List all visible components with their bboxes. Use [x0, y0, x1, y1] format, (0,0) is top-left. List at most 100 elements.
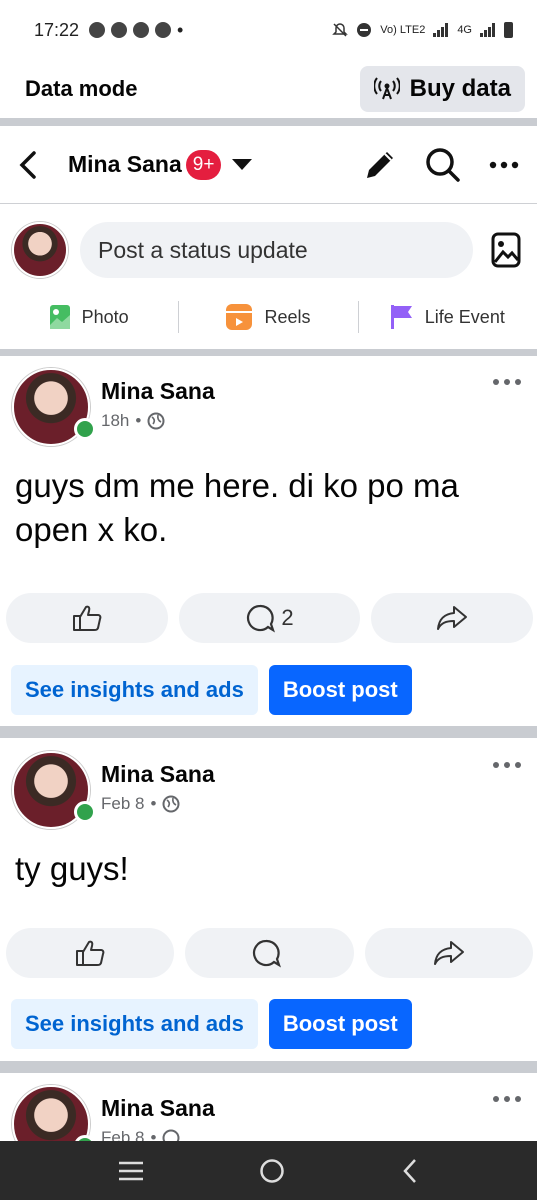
photo-label: Photo [81, 306, 129, 327]
system-icons: Vo) LTE2 4G [332, 22, 513, 38]
share-icon [437, 606, 468, 630]
reels-label: Reels [264, 306, 311, 327]
post-cta-row: See insights and ads Boost post [11, 999, 412, 1049]
back-button[interactable] [18, 150, 54, 180]
dnd-icon [357, 23, 372, 37]
online-indicator [74, 418, 96, 440]
meta-separator: • [150, 794, 157, 813]
post-text: guys dm me here. di ko po ma open x ko. [15, 467, 459, 548]
broadcast-icon [373, 77, 400, 100]
battery-icon [504, 22, 513, 38]
data-mode-label: Data mode [25, 76, 138, 101]
mute-icon [332, 23, 349, 37]
post-meta: Feb 8 • [101, 794, 180, 814]
status-input[interactable]: Post a status update [80, 222, 473, 278]
post-header: Mina Sana Feb 8 • [12, 1085, 524, 1141]
facebook-icon [133, 22, 150, 38]
reels-button[interactable]: Reels [179, 304, 357, 330]
comment-icon [253, 939, 282, 968]
globe-icon [162, 1129, 180, 1141]
life-event-button[interactable]: Life Event [359, 305, 537, 329]
separator [0, 349, 537, 356]
post-meta: Feb 8 • [101, 1128, 180, 1141]
post-meta: 18h • [101, 411, 165, 431]
avatar[interactable] [12, 222, 68, 278]
image-icon[interactable] [491, 232, 521, 268]
post-author[interactable]: Mina Sana [101, 761, 215, 788]
reaction-bar [6, 928, 533, 978]
boost-post-button[interactable]: Boost post [268, 665, 412, 715]
messenger-icon [111, 22, 128, 38]
buy-data-label: Buy data [409, 75, 511, 102]
meta-separator: • [135, 411, 142, 430]
comment-icon [247, 604, 276, 633]
more-icon[interactable] [492, 1095, 522, 1103]
more-notifications-dot-icon: • [177, 19, 184, 40]
globe-icon [162, 795, 180, 813]
post-author[interactable]: Mina Sana [101, 1095, 215, 1122]
back-arrow-icon [19, 150, 36, 179]
post-time[interactable]: Feb 8 [101, 1128, 144, 1141]
back-icon[interactable] [401, 1158, 419, 1184]
post: Mina Sana 18h • guys dm me here. di ko p… [0, 356, 537, 726]
post-text: ty guys! [15, 850, 129, 887]
notification-icons: • [89, 20, 183, 41]
boost-post-button[interactable]: Boost post [268, 999, 412, 1049]
signal-icon [480, 23, 495, 37]
globe-icon [147, 412, 165, 430]
profile-header: Mina Sana 9+ [0, 126, 537, 204]
status-input-placeholder: Post a status update [98, 236, 308, 263]
chevron-down-icon[interactable] [231, 158, 253, 172]
share-button[interactable] [364, 928, 533, 978]
status-composer: Post a status update [0, 205, 537, 295]
like-button[interactable] [6, 928, 175, 978]
separator [0, 118, 537, 126]
search-icon[interactable] [425, 147, 461, 183]
thumbs-up-icon [76, 940, 105, 966]
system-navigation-bar [0, 1141, 537, 1200]
flag-icon [390, 305, 412, 329]
post-header: Mina Sana Feb 8 • [12, 751, 524, 829]
meta-separator: • [150, 1128, 157, 1141]
post-header: Mina Sana 18h • [12, 368, 524, 446]
signal-icon [433, 23, 449, 37]
post-time[interactable]: 18h [101, 411, 129, 431]
share-button[interactable] [371, 593, 533, 643]
post-author[interactable]: Mina Sana [101, 378, 215, 405]
see-insights-button[interactable]: See insights and ads [11, 999, 258, 1049]
profile-name: Mina Sana [68, 151, 182, 177]
post: Mina Sana Feb 8 • [0, 1073, 537, 1141]
more-icon[interactable] [492, 378, 522, 386]
more-icon[interactable] [489, 161, 519, 169]
photo-icon [49, 305, 70, 329]
reels-icon [226, 304, 253, 330]
buy-data-button[interactable]: Buy data [359, 66, 525, 112]
messenger-icon [89, 22, 106, 38]
composer-actions: Photo Reels Life Event [0, 295, 537, 339]
clock: 17:22 [34, 19, 80, 40]
comment-count: 2 [281, 605, 294, 630]
lte-label: Vo) LTE2 [380, 24, 426, 36]
see-insights-button[interactable]: See insights and ads [11, 665, 258, 715]
thumbs-up-icon [72, 605, 102, 631]
share-icon [433, 941, 464, 965]
data-mode-bar: Data mode Buy data [0, 60, 537, 118]
pencil-icon[interactable] [363, 148, 397, 182]
more-icon[interactable] [492, 761, 522, 769]
notification-badge: 9+ [185, 149, 222, 180]
chat-bubble-icon [155, 22, 172, 38]
photo-button[interactable]: Photo [0, 305, 178, 329]
post-time[interactable]: Feb 8 [101, 794, 144, 814]
comment-button[interactable]: 2 [178, 593, 361, 643]
recent-apps-icon[interactable] [118, 1160, 144, 1182]
home-icon[interactable] [259, 1158, 285, 1184]
like-button[interactable] [6, 593, 168, 643]
avatar[interactable] [12, 1085, 90, 1141]
post-cta-row: See insights and ads Boost post [11, 665, 412, 715]
comment-button[interactable] [185, 928, 354, 978]
online-indicator [74, 801, 96, 823]
separator [0, 726, 537, 738]
life-event-label: Life Event [424, 306, 505, 327]
separator [0, 1061, 537, 1073]
reaction-bar: 2 [6, 593, 533, 643]
